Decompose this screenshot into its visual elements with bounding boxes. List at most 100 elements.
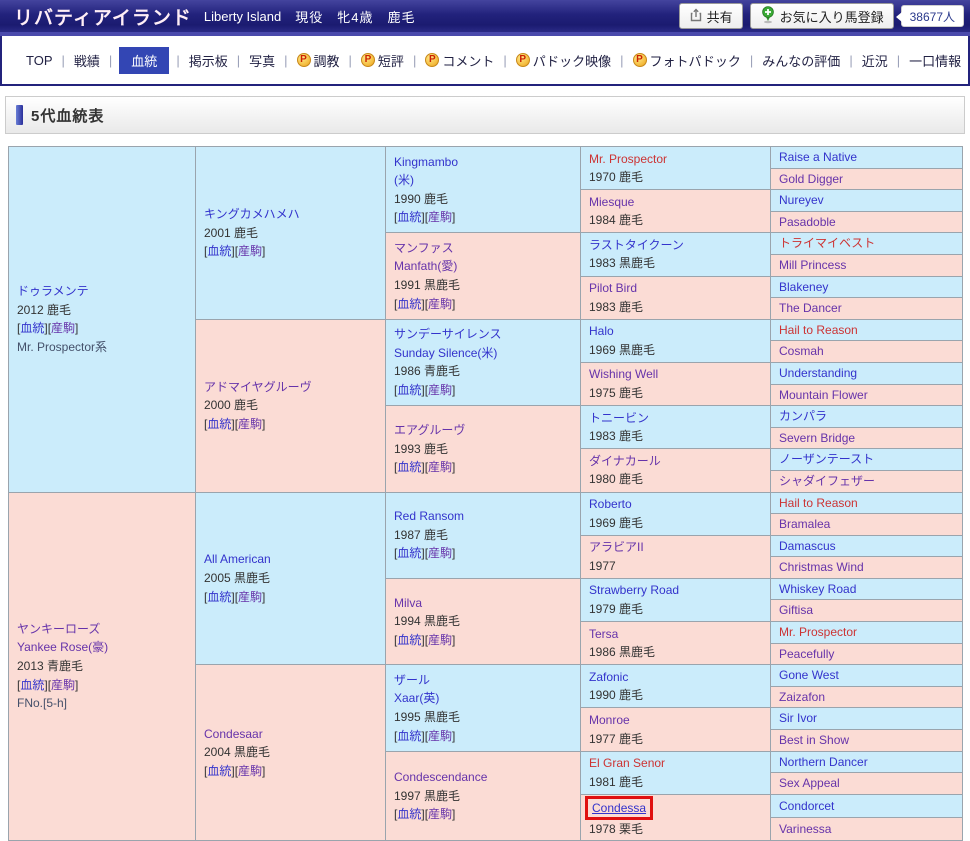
- horse-link[interactable]: Northern Dancer: [779, 755, 868, 769]
- horse-link[interactable]: Kingmambo: [394, 155, 458, 169]
- horse-link[interactable]: Roberto: [589, 497, 632, 511]
- horse-link[interactable]: トライマイベスト: [779, 236, 875, 250]
- horse-link[interactable]: Cosmah: [779, 344, 824, 358]
- extra-link[interactable]: FNo.[5-h]: [17, 696, 67, 710]
- horse-link[interactable]: Halo: [589, 324, 614, 338]
- horse-link[interactable]: Whiskey Road: [779, 582, 856, 596]
- horse-link[interactable]: Tersa: [589, 627, 618, 641]
- horse-link[interactable]: The Dancer: [779, 301, 842, 315]
- horse-link[interactable]: Condessa: [592, 801, 646, 815]
- horse-link[interactable]: Nureyev: [779, 193, 824, 207]
- horse-link[interactable]: ザール: [394, 673, 430, 687]
- horse-link[interactable]: Mountain Flower: [779, 388, 868, 402]
- horse-link[interactable]: Sex Appeal: [779, 776, 840, 790]
- horse-link[interactable]: エアグルーヴ: [394, 423, 465, 437]
- horse-link[interactable]: All American: [204, 552, 271, 566]
- horse-link[interactable]: Mill Princess: [779, 258, 846, 272]
- horse-link[interactable]: Raise a Native: [779, 150, 857, 164]
- tab-board[interactable]: 掲示板: [187, 47, 230, 74]
- blood-link[interactable]: 血統: [207, 764, 231, 778]
- offspring-link[interactable]: 産駒: [428, 297, 452, 311]
- tab-results[interactable]: 戦績: [72, 47, 102, 74]
- horse-link[interactable]: キングカメハメハ: [204, 207, 300, 221]
- horse-link[interactable]: Varinessa: [779, 822, 831, 836]
- horse-link[interactable]: ドゥラメンテ: [17, 284, 89, 298]
- tab-recent-status[interactable]: 近況: [860, 47, 890, 74]
- horse-link[interactable]: Gone West: [779, 668, 839, 682]
- horse-link[interactable]: アドマイヤグルーヴ: [204, 380, 312, 394]
- horse-link[interactable]: Hail to Reason: [779, 323, 858, 337]
- blood-link[interactable]: 血統: [397, 460, 421, 474]
- offspring-link[interactable]: 産駒: [238, 244, 262, 258]
- horse-link[interactable]: マンファス: [394, 241, 454, 255]
- horse-link[interactable]: Gold Digger: [779, 172, 843, 186]
- blood-link[interactable]: 血統: [20, 321, 44, 335]
- tab-comment[interactable]: P コメント: [423, 47, 496, 74]
- horse-link[interactable]: Pasadoble: [779, 215, 836, 229]
- horse-link[interactable]: ノーザンテースト: [779, 452, 874, 466]
- offspring-link[interactable]: 産駒: [238, 764, 262, 778]
- horse-link[interactable]: Bramalea: [779, 517, 830, 531]
- share-button[interactable]: 共有: [678, 3, 743, 29]
- tab-short-review[interactable]: P 短評: [359, 47, 406, 74]
- blood-link[interactable]: 血統: [397, 807, 421, 821]
- horse-subname-link[interactable]: Sunday Silence(米): [394, 346, 497, 360]
- tab-paddock-video[interactable]: P パドック映像: [514, 47, 613, 74]
- horse-link[interactable]: シャダイフェザー: [779, 474, 875, 488]
- blood-link[interactable]: 血統: [20, 678, 44, 692]
- horse-link[interactable]: ラストタイクーン: [589, 238, 684, 252]
- blood-link[interactable]: 血統: [397, 297, 421, 311]
- horse-link[interactable]: Condescendance: [394, 770, 487, 784]
- favorite-register-button[interactable]: お気に入り馬登録: [749, 3, 894, 29]
- blood-link[interactable]: 血統: [207, 417, 231, 431]
- blood-link[interactable]: 血統: [207, 244, 231, 258]
- tab-everyone-rating[interactable]: みんなの評価: [760, 47, 842, 74]
- horse-link[interactable]: カンパラ: [779, 409, 827, 423]
- blood-link[interactable]: 血統: [397, 633, 421, 647]
- offspring-link[interactable]: 産駒: [428, 460, 452, 474]
- horse-link[interactable]: Zaizafon: [779, 690, 825, 704]
- horse-link[interactable]: サンデーサイレンス: [394, 327, 502, 341]
- blood-link[interactable]: 血統: [397, 546, 421, 560]
- horse-link[interactable]: Wishing Well: [589, 367, 658, 381]
- tab-training[interactable]: P 調教: [295, 47, 342, 74]
- horse-link[interactable]: アラビアII: [589, 540, 644, 554]
- offspring-link[interactable]: 産駒: [238, 590, 262, 604]
- horse-link[interactable]: Monroe: [589, 713, 630, 727]
- tab-pedigree[interactable]: 血統: [119, 46, 170, 74]
- offspring-link[interactable]: 産駒: [428, 729, 452, 743]
- horse-link[interactable]: ダイナカール: [589, 454, 661, 468]
- blood-link[interactable]: 血統: [397, 383, 421, 397]
- horse-link[interactable]: Mr. Prospector: [779, 625, 857, 639]
- horse-link[interactable]: Pilot Bird: [589, 281, 637, 295]
- horse-link[interactable]: Best in Show: [779, 733, 849, 747]
- offspring-link[interactable]: 産駒: [428, 633, 452, 647]
- blood-link[interactable]: 血統: [397, 729, 421, 743]
- horse-subname-link[interactable]: Manfath(愛): [394, 259, 457, 273]
- horse-link[interactable]: Milva: [394, 596, 422, 610]
- extra-link[interactable]: Mr. Prospector系: [17, 340, 107, 354]
- horse-link[interactable]: Christmas Wind: [779, 560, 864, 574]
- horse-link[interactable]: Condesaar: [204, 727, 263, 741]
- horse-link[interactable]: Hail to Reason: [779, 496, 858, 510]
- horse-link[interactable]: Giftisa: [779, 603, 813, 617]
- offspring-link[interactable]: 産駒: [428, 383, 452, 397]
- horse-link[interactable]: El Gran Senor: [589, 756, 665, 770]
- horse-link[interactable]: Miesque: [589, 195, 634, 209]
- horse-link[interactable]: Mr. Prospector: [589, 152, 667, 166]
- tab-photo-paddock[interactable]: P フォトパドック: [631, 47, 743, 74]
- horse-link[interactable]: Understanding: [779, 366, 857, 380]
- horse-link[interactable]: Sir Ivor: [779, 711, 817, 725]
- tab-photos[interactable]: 写真: [247, 47, 277, 74]
- horse-link[interactable]: ヤンキーローズ: [17, 622, 100, 636]
- horse-subname-link[interactable]: Yankee Rose(豪): [17, 640, 108, 654]
- blood-link[interactable]: 血統: [397, 210, 421, 224]
- offspring-link[interactable]: 産駒: [428, 210, 452, 224]
- tab-top[interactable]: TOP: [24, 49, 55, 72]
- blood-link[interactable]: 血統: [207, 590, 231, 604]
- offspring-link[interactable]: 産駒: [428, 807, 452, 821]
- horse-subname-link[interactable]: Xaar(英): [394, 691, 439, 705]
- tab-one-share-info[interactable]: 一口情報: [907, 47, 963, 74]
- horse-link[interactable]: Damascus: [779, 539, 836, 553]
- horse-link[interactable]: Severn Bridge: [779, 431, 855, 445]
